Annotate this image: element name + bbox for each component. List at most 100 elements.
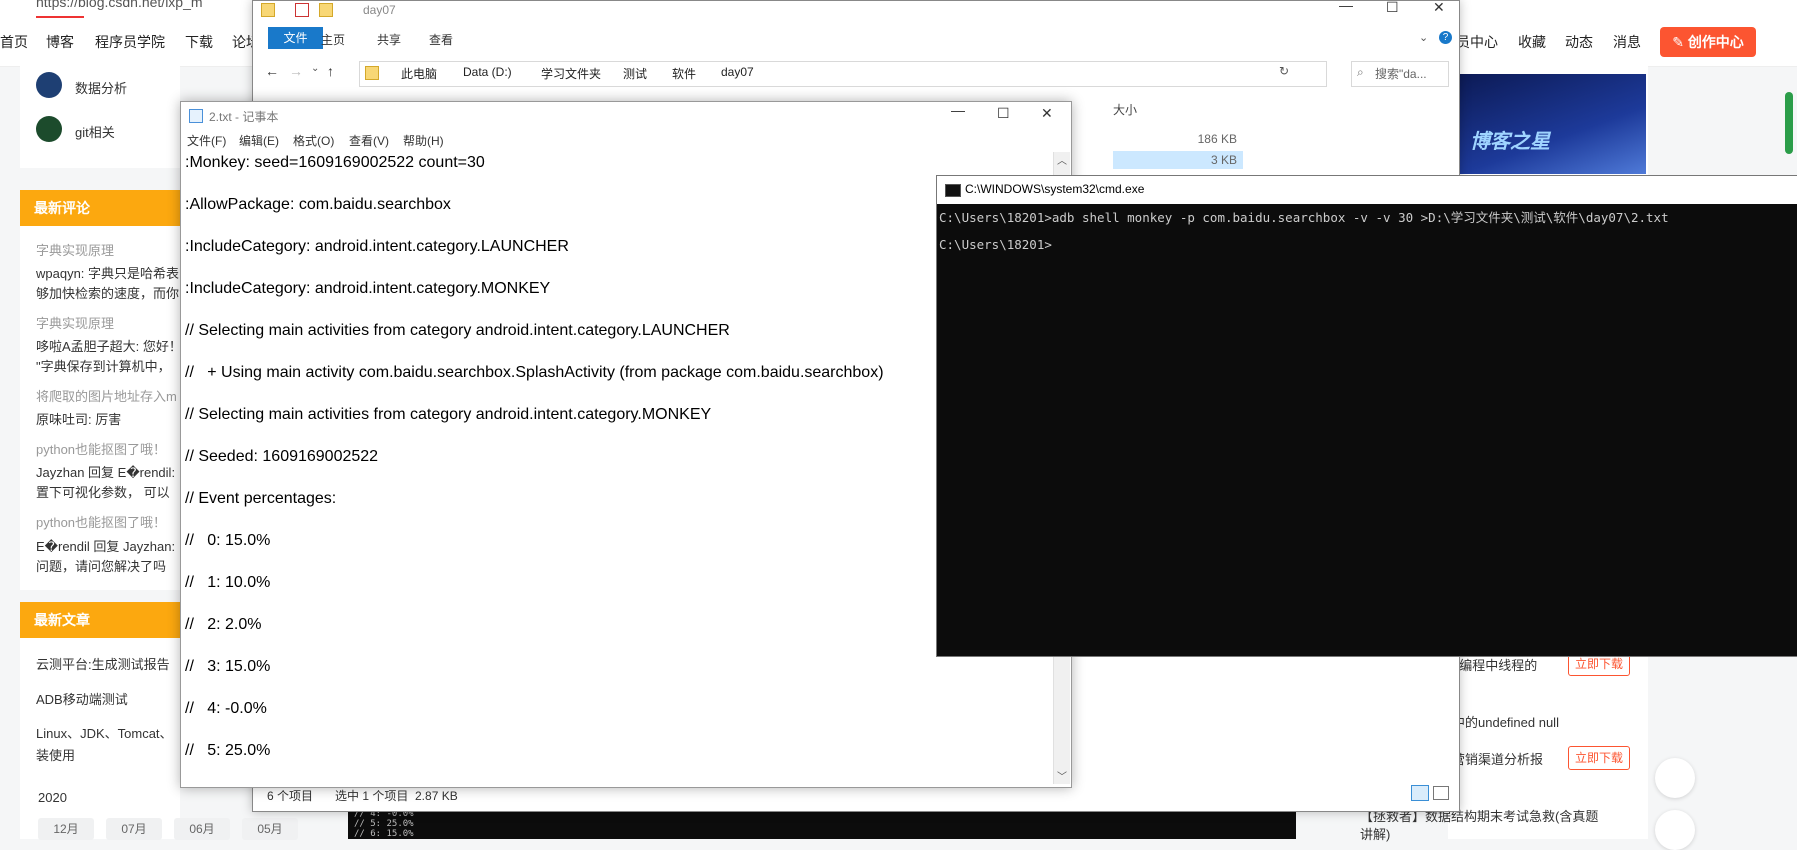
nav-activity[interactable]: 动态 <box>1565 32 1593 52</box>
archive-month[interactable]: 12月 <box>38 818 94 840</box>
crumb-this-pc[interactable]: 此电脑 <box>401 65 437 82</box>
close-icon[interactable]: ✕ <box>1433 0 1445 16</box>
text-line: // 5: 25.0% <box>185 742 271 759</box>
file-size: 186 KB <box>1197 132 1237 146</box>
resource-text[interactable]: n编程中线程的 <box>1452 655 1537 674</box>
comment-title[interactable]: python也能抠图了哦！ <box>36 512 166 531</box>
article-link[interactable]: Linux、JDK、Tomcat、 <box>36 723 173 742</box>
menu-help[interactable]: 帮助(H) <box>403 132 444 149</box>
pen-icon: ✎ <box>1672 34 1688 50</box>
refresh-icon[interactable]: ↻ <box>1279 64 1289 78</box>
comment-text: 问题，请问您解决了吗 <box>36 559 167 574</box>
column-size[interactable]: 大小 <box>1113 101 1137 118</box>
text-line: // 1: 10.0% <box>185 574 271 591</box>
tag-data-analysis[interactable]: 数据分析 <box>75 78 127 97</box>
archive-month[interactable]: 05月 <box>242 818 298 840</box>
cmd-line: C:\Users\18201>adb shell monkey -p com.b… <box>939 210 1669 225</box>
blog-star-banner[interactable] <box>1458 74 1646 174</box>
comment-text: "字典保存到计算机中， <box>36 359 171 374</box>
nav-download[interactable]: 下载 <box>185 32 213 52</box>
download-button[interactable]: 立即下载 <box>1568 746 1630 770</box>
nav-blog[interactable]: 博客 <box>46 32 74 52</box>
banner-text: 博客之星 <box>1470 131 1550 153</box>
comment-title[interactable]: 字典实现原理 <box>36 313 114 332</box>
nav-academy[interactable]: 程序员学院 <box>95 32 165 52</box>
cmd-line: C:\Users\18201> <box>939 237 1052 252</box>
data-analysis-icon <box>36 72 62 98</box>
crumb-day07[interactable]: day07 <box>721 65 754 79</box>
text-line: // Selecting main activities from catego… <box>185 406 712 423</box>
back-arrow-icon[interactable]: ← <box>265 63 279 79</box>
scroll-down-icon[interactable]: ﹀ <box>1057 768 1067 783</box>
explorer-title: day07 <box>363 3 396 17</box>
text-line: // Selecting main activities from catego… <box>185 322 730 339</box>
create-center-button[interactable]: ✎ 创作中心 <box>1660 27 1756 57</box>
headset-icon[interactable] <box>1655 810 1695 850</box>
maximize-icon[interactable]: ☐ <box>1386 0 1399 16</box>
chevron-down-icon[interactable]: ⌄ <box>1419 31 1428 44</box>
minimize-icon[interactable]: — <box>1339 0 1353 13</box>
crumb-software[interactable]: 软件 <box>672 65 696 82</box>
archive-month[interactable]: 06月 <box>174 818 230 840</box>
article-link[interactable]: 云测平台:生成测试报告 <box>36 654 170 673</box>
tab-view[interactable]: 查看 <box>429 31 453 48</box>
article-link-cont[interactable]: 装使用 <box>36 745 75 764</box>
notepad-text-area[interactable]: :Monkey: seed=1609169002522 count=30 :Al… <box>183 152 1049 772</box>
tab-file[interactable]: 文件 <box>268 27 323 49</box>
resource-text[interactable]: 营销渠道分析报 <box>1452 749 1543 768</box>
resource-text[interactable]: 讲解) <box>1360 824 1390 843</box>
nav-messages[interactable]: 消息 <box>1613 32 1641 52</box>
cmd-console[interactable]: C:\Users\18201>adb shell monkey -p com.b… <box>937 204 1797 656</box>
notepad-title: 2.txt - 记事本 <box>209 110 279 124</box>
status-selected: 选中 1 个项目 2.87 KB <box>335 789 458 803</box>
search-icon: ⌕ <box>1357 65 1364 79</box>
help-icon[interactable]: ? <box>1439 31 1452 44</box>
minimize-icon[interactable]: — <box>951 102 965 118</box>
comment-title[interactable]: 字典实现原理 <box>36 240 114 259</box>
comment-text: E�rendil 回复 Jayzhan: <box>36 539 176 554</box>
forward-arrow-icon[interactable]: → <box>289 63 303 79</box>
article-link[interactable]: ADB移动端测试 <box>36 689 128 708</box>
text-line: :IncludeCategory: android.intent.categor… <box>185 280 551 297</box>
page-scrollbar[interactable] <box>1785 92 1793 154</box>
text-line: // 3: 15.0% <box>185 658 271 675</box>
nav-favorites[interactable]: 收藏 <box>1518 32 1546 52</box>
crumb-test[interactable]: 测试 <box>623 65 647 82</box>
comment-text: 够加快检索的速度，而你 <box>36 286 180 301</box>
comment-text: wpaqyn: 字典只是哈希表 <box>36 266 180 281</box>
history-chevron-icon[interactable]: ⌄ <box>311 63 319 74</box>
crumb-study[interactable]: 学习文件夹 <box>541 65 601 82</box>
menu-view[interactable]: 查看(V) <box>349 132 389 149</box>
tab-share[interactable]: 共享 <box>377 31 401 48</box>
tag-git[interactable]: git相关 <box>75 122 115 141</box>
comment-title[interactable]: python也能抠图了哦！ <box>36 439 166 458</box>
nav-home[interactable]: 首页 <box>0 32 28 52</box>
text-line: // Seeded: 1609169002522 <box>185 448 379 465</box>
cmd-window: C:\WINDOWS\system32\cmd.exe C:\Users\182… <box>936 175 1797 657</box>
details-view-icon[interactable] <box>1411 785 1429 801</box>
menu-format[interactable]: 格式(O) <box>293 132 334 149</box>
up-arrow-icon[interactable]: ↑ <box>327 63 334 79</box>
tab-home[interactable]: 主页 <box>321 31 345 48</box>
create-label: 创作中心 <box>1687 34 1744 50</box>
comment-text: 哆啦A孟胆子超大: 您好！ <box>36 339 182 354</box>
comment-title[interactable]: 将爬取的图片地址存入m <box>36 386 177 405</box>
archive-month[interactable]: 07月 <box>106 818 162 840</box>
scroll-up-icon[interactable]: ︿ <box>1057 152 1067 167</box>
maximize-icon[interactable]: ☐ <box>997 105 1010 122</box>
properties-icon[interactable] <box>295 3 309 17</box>
edit-icon[interactable] <box>1655 758 1695 798</box>
menu-edit[interactable]: 编辑(E) <box>239 132 279 149</box>
close-icon[interactable]: ✕ <box>1041 105 1053 122</box>
cmd-icon <box>945 184 961 197</box>
menu-file[interactable]: 文件(F) <box>187 132 226 149</box>
large-icons-view-icon[interactable] <box>1433 786 1449 800</box>
resource-text[interactable]: 中的undefined null <box>1452 712 1559 731</box>
new-folder-icon[interactable] <box>319 3 333 17</box>
search-placeholder: 搜索"da... <box>1375 67 1427 81</box>
text-line: // 2: 2.0% <box>185 616 262 633</box>
background-terminal: // 4: -0.0% // 5: 25.0% // 6: 15.0% <box>348 808 1296 839</box>
address-bar-url[interactable]: https://blog.csdn.net/lxp_m <box>36 0 203 10</box>
crumb-drive[interactable]: Data (D:) <box>463 65 512 79</box>
comment-text: 原味吐司: 厉害 <box>36 412 122 427</box>
